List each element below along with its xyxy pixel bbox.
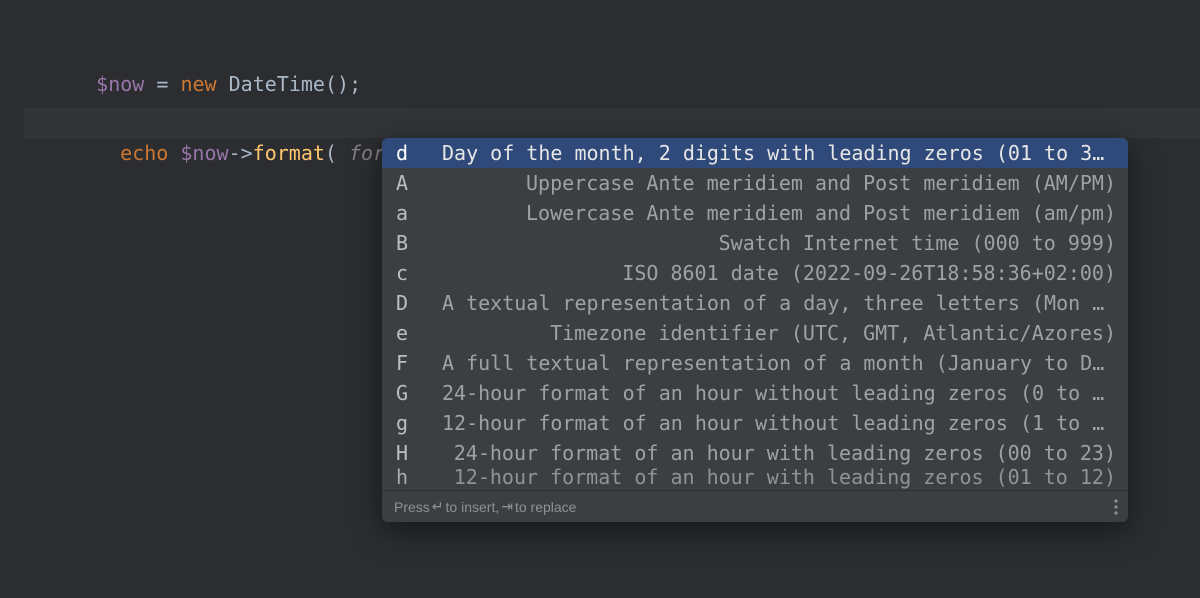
completion-item[interactable]: DA textual representation of a day, thre… (382, 288, 1128, 318)
completion-description: 24-hour format of an hour without leadin… (426, 378, 1116, 408)
more-options-icon[interactable] (1114, 499, 1118, 515)
footer-text: to replace (515, 499, 576, 515)
completion-key: h (396, 468, 426, 490)
completion-item[interactable]: eTimezone identifier (UTC, GMT, Atlantic… (382, 318, 1128, 348)
completion-key: F (396, 348, 426, 378)
completion-description: ISO 8601 date (2022-09-26T18:58:36+02:00… (426, 258, 1116, 288)
completion-item[interactable]: BSwatch Internet time (000 to 999) (382, 228, 1128, 258)
token-open-paren: ( (325, 141, 337, 165)
completion-key: D (396, 288, 426, 318)
completion-key: a (396, 198, 426, 228)
token-punctuation: () (325, 72, 349, 96)
completion-key: H (396, 438, 426, 468)
completion-item[interactable]: h12-hour format of an hour with leading … (382, 468, 1128, 490)
completion-description: Swatch Internet time (000 to 999) (426, 228, 1116, 258)
completion-footer: Press ↵ to insert, ⇥ to replace (382, 490, 1128, 522)
footer-text: to insert, (446, 499, 500, 515)
token-method: format (253, 141, 325, 165)
completion-description: A full textual representation of a month… (426, 348, 1116, 378)
completion-item[interactable]: cISO 8601 date (2022-09-26T18:58:36+02:0… (382, 258, 1128, 288)
completion-key: d (396, 138, 426, 168)
completion-description: 12-hour format of an hour with leading z… (426, 468, 1116, 490)
completion-item[interactable]: H24-hour format of an hour with leading … (382, 438, 1128, 468)
token-semicolon: ; (349, 72, 361, 96)
completion-key: B (396, 228, 426, 258)
code-line-active[interactable]: echo $now->format( format: ''); (24, 108, 1200, 138)
completion-key: G (396, 378, 426, 408)
token-variable: $now (96, 72, 144, 96)
completion-description: 12-hour format of an hour without leadin… (426, 408, 1116, 438)
completion-item[interactable]: g12-hour format of an hour without leadi… (382, 408, 1128, 438)
completion-key: e (396, 318, 426, 348)
completion-item[interactable]: FA full textual representation of a mont… (382, 348, 1128, 378)
completion-description: Lowercase Ante meridiem and Post meridie… (426, 198, 1116, 228)
completion-item[interactable]: G24-hour format of an hour without leadi… (382, 378, 1128, 408)
code-completion-popup[interactable]: dDay of the month, 2 digits with leading… (382, 138, 1128, 522)
token-keyword: echo (120, 141, 180, 165)
editor-gutter (0, 0, 24, 598)
completion-key: g (396, 408, 426, 438)
token-keyword: new (180, 72, 228, 96)
completion-description: Timezone identifier (UTC, GMT, Atlantic/… (426, 318, 1116, 348)
completion-key: c (396, 258, 426, 288)
completion-description: Uppercase Ante meridiem and Post meridie… (426, 168, 1116, 198)
enter-key-icon: ↵ (430, 498, 446, 515)
token-class: DateTime (229, 72, 325, 96)
tab-key-icon: ⇥ (499, 498, 515, 515)
completion-description: 24-hour format of an hour with leading z… (426, 438, 1116, 468)
token-variable: $now (180, 141, 228, 165)
token-arrow: -> (229, 141, 253, 165)
completion-list[interactable]: dDay of the month, 2 digits with leading… (382, 138, 1128, 490)
completion-description: Day of the month, 2 digits with leading … (426, 138, 1116, 168)
completion-item[interactable]: dDay of the month, 2 digits with leading… (382, 138, 1128, 168)
completion-description: A textual representation of a day, three… (426, 288, 1116, 318)
completion-item[interactable]: AUppercase Ante meridiem and Post meridi… (382, 168, 1128, 198)
code-editor[interactable]: $now = new DateTime(); echo $now->format… (24, 0, 1200, 598)
completion-item[interactable]: aLowercase Ante meridiem and Post meridi… (382, 198, 1128, 228)
footer-text: Press (394, 499, 430, 515)
completion-key: A (396, 168, 426, 198)
token-operator: = (144, 72, 180, 96)
